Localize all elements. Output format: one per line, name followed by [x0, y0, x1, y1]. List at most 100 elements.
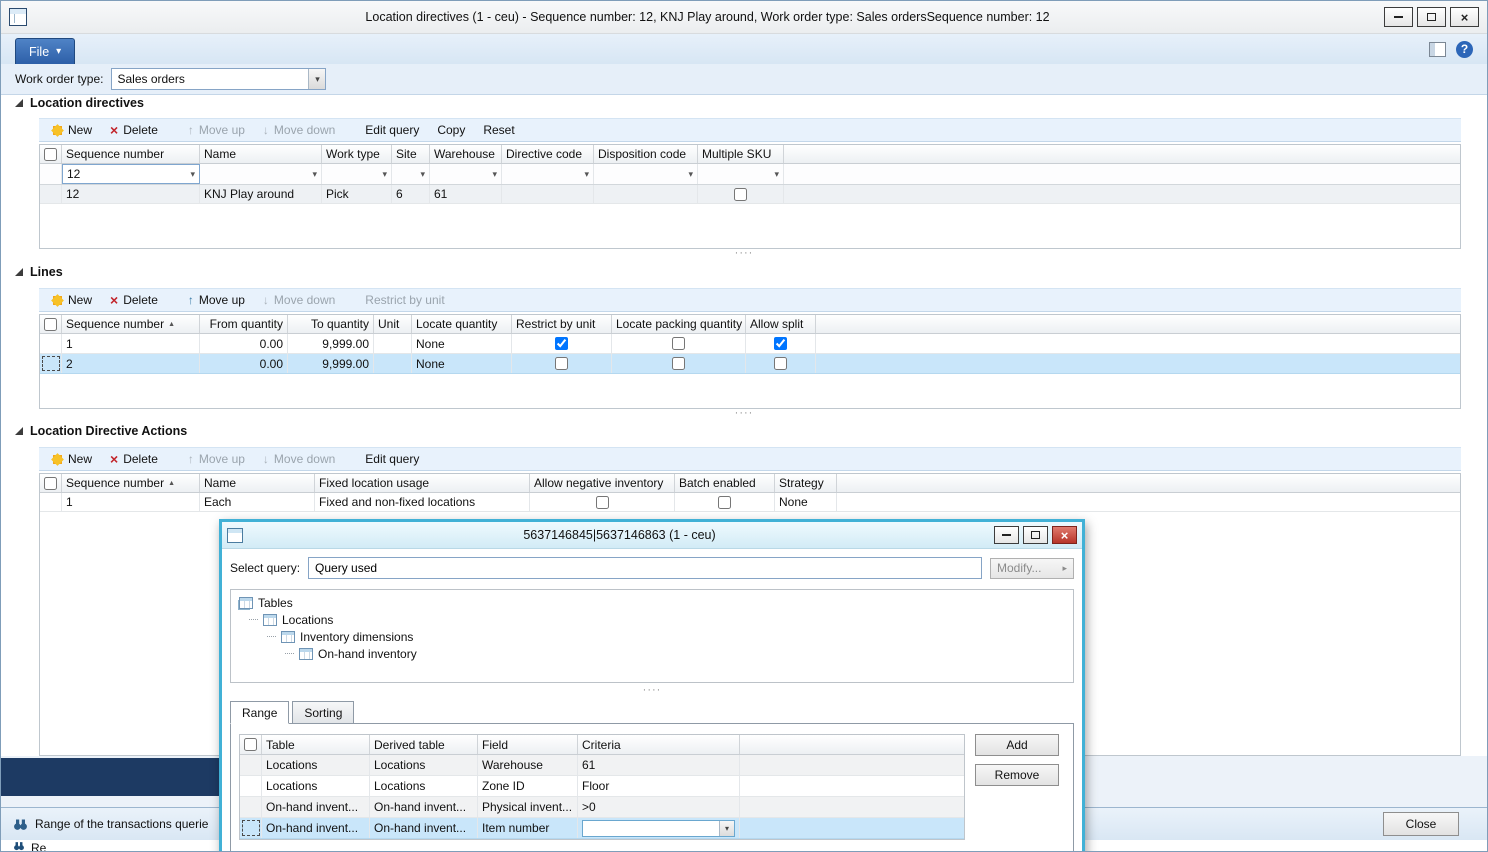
column-header-name[interactable]: Name [200, 474, 315, 492]
maximize-button[interactable] [1417, 7, 1446, 27]
row-selector-cell[interactable] [240, 818, 262, 838]
cell-derived-table[interactable]: Locations [370, 776, 478, 796]
section-header-actions[interactable]: Location Directive Actions [15, 424, 187, 438]
cell-from-quantity[interactable]: 0.00 [200, 354, 288, 373]
cell-directive-code[interactable] [502, 185, 594, 203]
table-row-selected[interactable]: On-hand invent... On-hand invent... Item… [240, 818, 964, 839]
column-header-site[interactable]: Site [392, 145, 430, 163]
chevron-down-icon[interactable]: ▾ [719, 821, 734, 836]
table-row-selected[interactable]: 2 0.00 9,999.00 None [40, 354, 1460, 374]
column-header-locate-packing-quantity[interactable]: Locate packing quantity [612, 315, 746, 333]
file-menu-button[interactable]: File ▾ [15, 38, 75, 64]
filter-cell-multiple-sku[interactable]: ▾ [698, 164, 784, 184]
cell-sequence[interactable]: 1 [62, 493, 200, 511]
column-header-unit[interactable]: Unit [374, 315, 412, 333]
cell-table[interactable]: Locations [262, 755, 370, 775]
cell-from-quantity[interactable]: 0.00 [200, 334, 288, 353]
column-header-from-quantity[interactable]: From quantity [200, 315, 288, 333]
reset-button[interactable]: Reset [474, 121, 523, 139]
allow-negative-inventory-checkbox[interactable] [596, 496, 609, 509]
delete-button[interactable]: ×Delete [101, 450, 167, 468]
splitter-handle[interactable]: ···· [1, 409, 1487, 419]
column-header-batch-enabled[interactable]: Batch enabled [675, 474, 775, 492]
cell-site[interactable]: 6 [392, 185, 430, 203]
cell-to-quantity[interactable]: 9,999.00 [288, 354, 374, 373]
locate-packing-quantity-checkbox[interactable] [672, 337, 685, 350]
cell-derived-table[interactable]: Locations [370, 755, 478, 775]
row-selector-cell[interactable] [240, 776, 262, 796]
batch-enabled-checkbox[interactable] [718, 496, 731, 509]
tree-item-inventory-dimensions[interactable]: Inventory dimensions [237, 628, 1067, 645]
table-row[interactable]: Locations Locations Zone ID Floor [240, 776, 964, 797]
tab-sorting[interactable]: Sorting [292, 701, 354, 724]
move-up-button[interactable]: ↑Move up [179, 450, 254, 468]
new-button[interactable]: New [43, 121, 101, 139]
row-selector-cell[interactable] [40, 354, 62, 373]
cell-work-type[interactable]: Pick [322, 185, 392, 203]
help-icon[interactable]: ? [1456, 41, 1473, 58]
cell-field[interactable]: Physical invent... [478, 797, 578, 817]
filter-cell-work-type[interactable]: ▾ [322, 164, 392, 184]
move-down-button[interactable]: ↓Move down [254, 121, 344, 139]
cell-criteria[interactable]: Floor [578, 776, 740, 796]
move-down-button[interactable]: ↓Move down [254, 291, 344, 309]
cell-criteria[interactable]: >0 [578, 797, 740, 817]
filter-combobox-sequence[interactable]: 12▾ [62, 164, 200, 184]
cell-name[interactable]: Each [200, 493, 315, 511]
delete-button[interactable]: ×Delete [101, 121, 167, 139]
cell-locate-quantity[interactable]: None [412, 334, 512, 353]
cell-fixed-location-usage[interactable]: Fixed and non-fixed locations [315, 493, 530, 511]
splitter-handle[interactable]: ···· [222, 685, 1082, 695]
cell-unit[interactable] [374, 334, 412, 353]
allow-split-checkbox[interactable] [774, 357, 787, 370]
select-all-checkbox[interactable] [44, 148, 57, 161]
filter-cell-site[interactable]: ▾ [392, 164, 430, 184]
dialog-minimize-button[interactable] [994, 526, 1019, 544]
allow-split-checkbox[interactable] [774, 337, 787, 350]
locate-packing-quantity-checkbox[interactable] [672, 357, 685, 370]
select-all-checkbox[interactable] [244, 738, 257, 751]
cell-field[interactable]: Item number [478, 818, 578, 838]
column-header-disposition-code[interactable]: Disposition code [594, 145, 698, 163]
column-header-fixed-location-usage[interactable]: Fixed location usage [315, 474, 530, 492]
row-selector-cell[interactable] [40, 185, 62, 203]
dialog-maximize-button[interactable] [1023, 526, 1048, 544]
modify-button[interactable]: Modify... ▸ [990, 558, 1074, 579]
cell-strategy[interactable]: None [775, 493, 837, 511]
dialog-close-button[interactable]: × [1052, 526, 1077, 544]
table-row[interactable]: 1 Each Fixed and non-fixed locations Non… [40, 493, 1460, 512]
minimize-button[interactable] [1384, 7, 1413, 27]
cell-sequence[interactable]: 2 [62, 354, 200, 373]
move-up-button[interactable]: ↑Move up [179, 121, 254, 139]
column-header-derived-table[interactable]: Derived table [370, 735, 478, 754]
column-header-strategy[interactable]: Strategy [775, 474, 837, 492]
delete-button[interactable]: ×Delete [101, 291, 167, 309]
filter-cell-name[interactable]: ▾ [200, 164, 322, 184]
tree-item-on-hand-inventory[interactable]: On-hand inventory [237, 645, 1067, 662]
new-button[interactable]: New [43, 450, 101, 468]
restrict-by-unit-button[interactable]: Restrict by unit [356, 291, 453, 309]
column-header-multiple-sku[interactable]: Multiple SKU [698, 145, 784, 163]
select-all-checkbox[interactable] [44, 318, 57, 331]
copy-button[interactable]: Copy [428, 121, 474, 139]
edit-query-button[interactable]: Edit query [356, 450, 428, 468]
cell-derived-table[interactable]: On-hand invent... [370, 797, 478, 817]
cell-to-quantity[interactable]: 9,999.00 [288, 334, 374, 353]
filter-cell-disposition-code[interactable]: ▾ [594, 164, 698, 184]
add-button[interactable]: Add [975, 734, 1059, 756]
filter-cell-directive-code[interactable]: ▾ [502, 164, 594, 184]
select-query-input[interactable] [308, 557, 982, 579]
column-header-allow-negative-inventory[interactable]: Allow negative inventory [530, 474, 675, 492]
column-header-field[interactable]: Field [478, 735, 578, 754]
filter-cell-warehouse[interactable]: ▾ [430, 164, 502, 184]
select-all-checkbox[interactable] [44, 477, 57, 490]
row-selector-cell[interactable] [240, 755, 262, 775]
column-header-allow-split[interactable]: Allow split [746, 315, 816, 333]
table-row[interactable]: 12 KNJ Play around Pick 6 61 [40, 185, 1460, 204]
column-header-restrict-by-unit[interactable]: Restrict by unit [512, 315, 612, 333]
column-header-directive-code[interactable]: Directive code [502, 145, 594, 163]
cell-warehouse[interactable]: 61 [430, 185, 502, 203]
section-header-location-directives[interactable]: Location directives [15, 96, 144, 110]
column-header-sequence[interactable]: Sequence number [62, 145, 200, 163]
cell-table[interactable]: On-hand invent... [262, 797, 370, 817]
